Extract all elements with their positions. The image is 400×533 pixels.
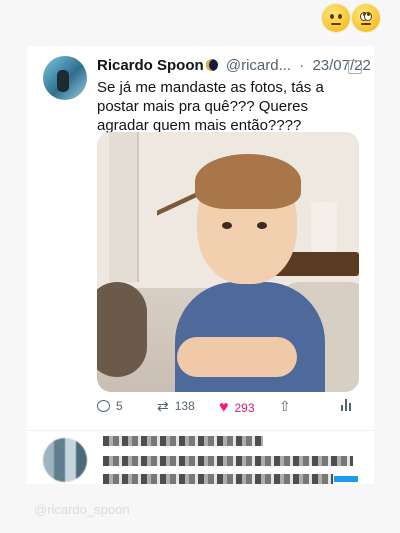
analytics-icon (341, 399, 351, 411)
reply-button[interactable]: 5 (97, 399, 123, 413)
tweet-actions: 5 ⇄ 138 ♥ 293 ⇧ (97, 399, 359, 419)
tweet-photo[interactable] (97, 132, 359, 392)
tweet-card: Ricardo Spoon @ricard... · 23/07/22 Se j… (27, 46, 374, 484)
blurred-text (103, 474, 333, 484)
like-button[interactable]: ♥ 293 (219, 399, 255, 417)
retweet-icon: ⇄ (157, 398, 169, 414)
heart-icon: ♥ (219, 399, 229, 416)
blurred-text (103, 456, 353, 466)
author-name[interactable]: Ricardo Spoon (97, 57, 204, 74)
share-icon: ⇧ (279, 398, 291, 414)
more-options-icon[interactable] (348, 60, 362, 74)
blurred-link (334, 476, 358, 482)
moon-icon (205, 59, 218, 71)
retweet-count: 138 (174, 399, 195, 413)
emoji-reactions (322, 4, 380, 32)
eye-roll-emoji (352, 4, 380, 32)
retweet-button[interactable]: ⇄ 138 (157, 399, 195, 413)
raised-eyebrow-emoji (322, 4, 350, 32)
avatar[interactable] (43, 56, 87, 100)
divider (27, 430, 374, 431)
analytics-button[interactable] (341, 399, 351, 411)
date-separator: · (299, 57, 305, 74)
tweet-text: Se já me mandaste as fotos, tás a postar… (97, 79, 324, 134)
blurred-text (103, 436, 263, 446)
tweet-header: Ricardo Spoon @ricard... · 23/07/22 (97, 57, 371, 74)
share-button[interactable]: ⇧ (279, 399, 291, 413)
reply-icon (97, 400, 110, 412)
watermark: @ricardo_spoon (34, 502, 130, 517)
author-handle[interactable]: @ricard... (226, 57, 291, 74)
tweet-date[interactable]: 23/07/22 (312, 57, 370, 74)
blurred-avatar (43, 438, 87, 482)
reply-count: 5 (116, 399, 123, 413)
like-count: 293 (234, 401, 255, 415)
